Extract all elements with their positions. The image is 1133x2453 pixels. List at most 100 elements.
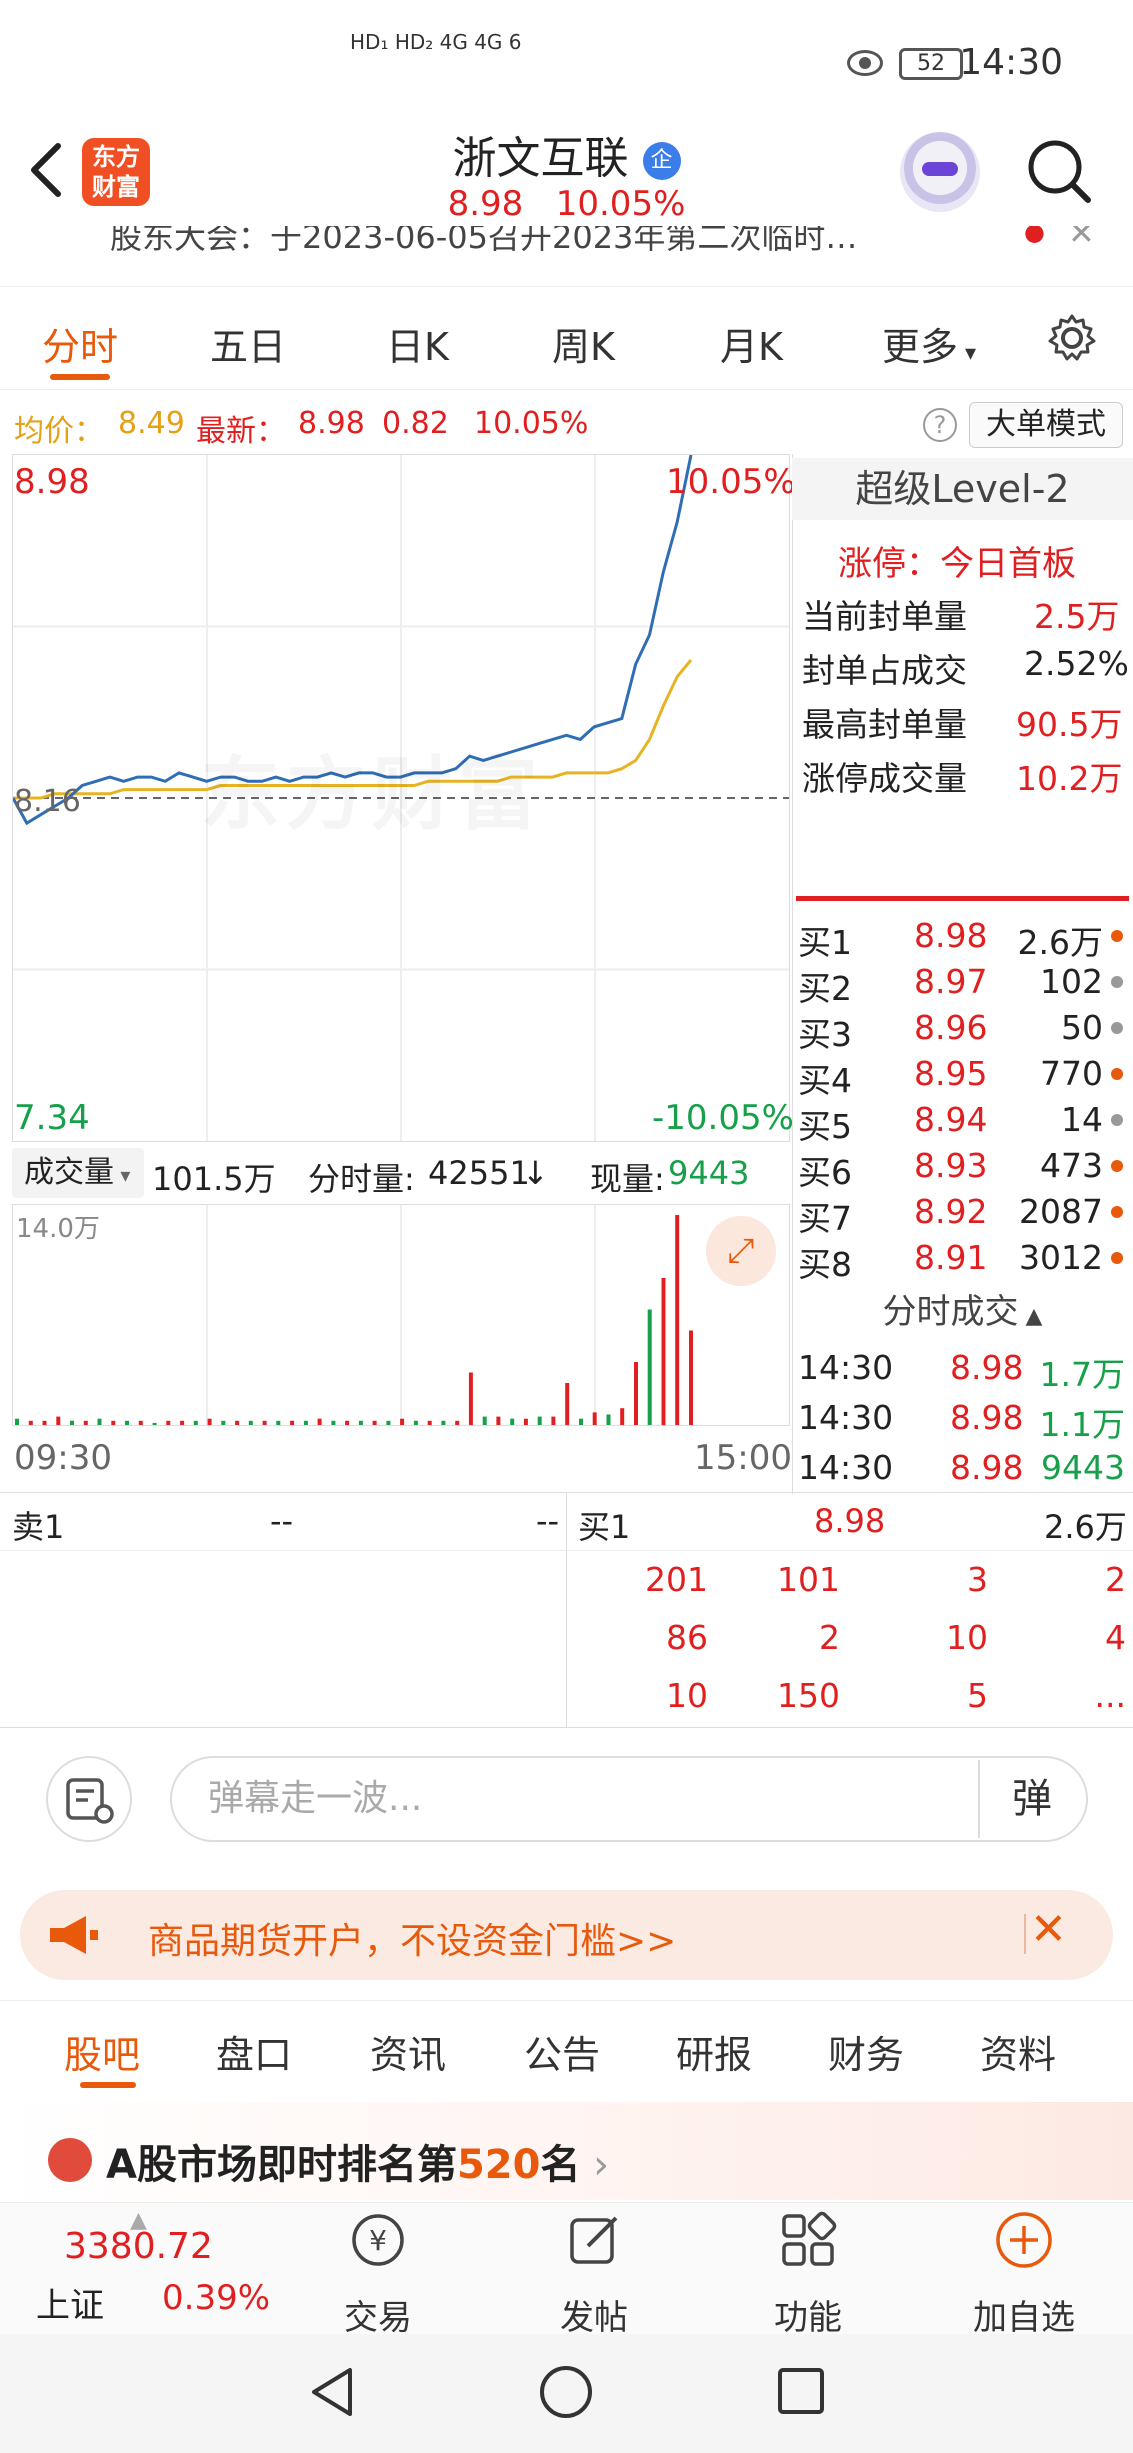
settings-button[interactable] bbox=[1046, 312, 1098, 368]
price-min-label: 7.34 bbox=[14, 1098, 90, 1138]
news-ticker[interactable]: 股东大会：于2023-06-05召开2023年第二次临时… ● ✕ bbox=[0, 226, 1133, 266]
order-dot-icon bbox=[1111, 1114, 1123, 1126]
order-dot-icon bbox=[1111, 1068, 1123, 1080]
tab-fenshi[interactable]: 分时 bbox=[42, 316, 118, 371]
bid-row[interactable]: 买4 8.95 770 bbox=[796, 1050, 1129, 1100]
home-icon[interactable] bbox=[538, 2364, 594, 2420]
sell1-price: -- bbox=[270, 1502, 294, 1540]
add-watchlist-icon bbox=[992, 2208, 1056, 2272]
tab-pankou[interactable]: 盘口 bbox=[216, 2024, 292, 2079]
sell1-volume: -- bbox=[536, 1502, 560, 1540]
trade-icon: ¥ bbox=[346, 2208, 410, 2272]
bid-label: 买7 bbox=[798, 1199, 852, 1238]
volume-bar bbox=[386, 1420, 391, 1425]
tab-day-k[interactable]: 日K bbox=[386, 316, 449, 371]
volume-bar bbox=[180, 1420, 185, 1425]
volume-bar bbox=[634, 1362, 638, 1425]
nav-function[interactable]: 功能 bbox=[738, 2290, 878, 2339]
close-icon[interactable]: ✕ bbox=[1068, 226, 1095, 252]
bid-row[interactable]: 买2 8.97 102 bbox=[796, 958, 1129, 1008]
tab-month-k[interactable]: 月K bbox=[720, 316, 783, 371]
index-value: 3380.72 bbox=[64, 2226, 213, 2267]
volume-bar bbox=[166, 1420, 171, 1425]
bid-row[interactable]: 买5 8.94 14 bbox=[796, 1096, 1129, 1146]
bid-price: 8.93 bbox=[914, 1146, 988, 1185]
trade-time: 14:30 bbox=[798, 1348, 894, 1387]
promo-text[interactable]: 商品期货开户，不设资金门槛>> bbox=[148, 1912, 676, 1964]
bid-label: 买3 bbox=[798, 1015, 852, 1054]
rank-text[interactable]: A股市场即时排名第520名 › bbox=[106, 2132, 609, 2190]
volume-bar bbox=[193, 1420, 198, 1425]
search-button[interactable] bbox=[1024, 136, 1094, 206]
avg-label: 均价： bbox=[14, 414, 104, 449]
volume-bar bbox=[579, 1418, 583, 1425]
volume-chart[interactable] bbox=[12, 1204, 790, 1426]
buy1-label: 买1 bbox=[578, 1508, 631, 1546]
nav-add-watchlist[interactable]: 加自选 bbox=[954, 2290, 1094, 2339]
divider bbox=[0, 1550, 1133, 1551]
close-icon[interactable]: ✕ bbox=[1030, 1904, 1067, 1955]
fenshi-trades-header[interactable]: 分时成交 ▲ bbox=[796, 1284, 1129, 1340]
queue-order: 3 bbox=[967, 1560, 988, 1599]
time-end-label: 15:00 bbox=[694, 1438, 792, 1478]
stock-price: 8.98 bbox=[447, 184, 524, 224]
nav-post[interactable]: 发帖 bbox=[524, 2290, 664, 2339]
change-value: 0.82 bbox=[382, 406, 449, 441]
buy1-volume: 2.6万 bbox=[1044, 1508, 1127, 1546]
tab-research[interactable]: 研报 bbox=[676, 2024, 752, 2079]
volume-bar bbox=[221, 1420, 226, 1425]
bid-row[interactable]: 买8 8.91 3012 bbox=[796, 1234, 1129, 1282]
buy1-price: 8.98 bbox=[814, 1502, 886, 1540]
bid-label: 买6 bbox=[798, 1153, 852, 1192]
assistant-robot-avatar[interactable] bbox=[900, 132, 980, 212]
seal-ratio-value: 2.52% bbox=[1024, 644, 1129, 683]
back-icon[interactable] bbox=[306, 2364, 356, 2420]
bid-label: 买1 bbox=[798, 923, 852, 962]
fenshi-trades-list[interactable]: 14:30 8.98 1.7万 14:30 8.98 1.1万 14:30 8.98 9443 bbox=[796, 1340, 1129, 1492]
eye-icon bbox=[847, 50, 883, 76]
index-name: 上证 bbox=[36, 2286, 104, 2326]
tab-finance[interactable]: 财务 bbox=[828, 2024, 904, 2079]
nav-trade[interactable]: 交易 bbox=[308, 2290, 448, 2339]
order-dot-icon bbox=[1111, 1160, 1123, 1172]
danmu-settings-button[interactable] bbox=[46, 1756, 132, 1842]
unread-dot-icon: ● bbox=[1024, 226, 1045, 246]
tab-profile[interactable]: 资料 bbox=[980, 2024, 1056, 2079]
bid-row[interactable]: 买1 8.98 2.6万 bbox=[796, 912, 1129, 962]
tab-week-k[interactable]: 周K bbox=[552, 316, 615, 371]
volume-bar bbox=[290, 1420, 295, 1425]
divider bbox=[796, 896, 1129, 901]
recents-icon[interactable] bbox=[776, 2366, 826, 2416]
bid-row[interactable]: 买6 8.93 473 bbox=[796, 1142, 1129, 1192]
total-volume: 101.5万 bbox=[152, 1160, 276, 1198]
expand-chart-button[interactable]: ⤢ bbox=[706, 1216, 776, 1286]
tab-more[interactable]: 更多 ▾ bbox=[882, 316, 976, 371]
bid-list[interactable]: 买1 8.98 2.6万 买2 8.97 102 买3 8.96 50 买4 8.95 770 买5 8.… bbox=[796, 912, 1129, 1282]
signal-indicator: HD₁ HD₂ 4G 4G 6 bbox=[350, 30, 522, 54]
volume-bar bbox=[400, 1418, 405, 1425]
help-icon[interactable]: ? bbox=[923, 408, 957, 442]
danmu-send-button[interactable]: 弹 bbox=[978, 1760, 1084, 1838]
danmu-input[interactable]: 弹幕走一波... bbox=[170, 1756, 1088, 1842]
big-order-mode-button[interactable]: 大单模式 bbox=[969, 402, 1123, 448]
bid-row[interactable]: 买3 8.96 50 bbox=[796, 1004, 1129, 1054]
volume-bar bbox=[565, 1383, 570, 1425]
limit-volume-label: 涨停成交量 bbox=[802, 759, 967, 798]
reference-price-label: 8.16 bbox=[14, 784, 81, 819]
tab-news[interactable]: 资讯 bbox=[370, 2024, 446, 2079]
level2-header[interactable]: 超级Level-2 bbox=[792, 458, 1133, 520]
seal-volume-value: 2.5万 bbox=[1034, 597, 1120, 636]
volume-bar bbox=[372, 1420, 377, 1425]
volume-bar bbox=[235, 1420, 240, 1425]
bid-price: 8.95 bbox=[914, 1054, 988, 1093]
volume-bar bbox=[468, 1372, 473, 1425]
tab-guba[interactable]: 股吧 bbox=[64, 2024, 140, 2079]
index-quote[interactable]: ▲ 3380.72 上证 0.39% bbox=[0, 2208, 280, 2328]
bid-row[interactable]: 买7 8.92 2087 bbox=[796, 1188, 1129, 1238]
tab-five-day[interactable]: 五日 bbox=[210, 316, 286, 371]
tab-announcements[interactable]: 公告 bbox=[524, 2024, 600, 2079]
bid-label: 买2 bbox=[798, 969, 852, 1008]
volume-bar bbox=[482, 1416, 487, 1425]
time-start-label: 09:30 bbox=[14, 1438, 112, 1478]
price-info-row: 均价： 8.49 最新： 8.98 0.82 10.05% bbox=[0, 396, 1133, 452]
